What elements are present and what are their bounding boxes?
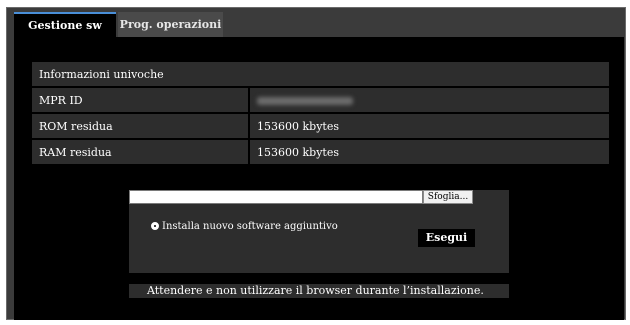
ram-value: 153600 kbytes bbox=[250, 140, 609, 164]
main-panel: Informazioni univoche MPR ID ROM residua… bbox=[14, 37, 624, 320]
upload-box: Sfoglia... Installa nuovo software aggiu… bbox=[129, 190, 509, 273]
tab-prog-operazioni[interactable]: Prog. operazioni bbox=[118, 12, 223, 37]
rom-label: ROM residua bbox=[32, 114, 250, 138]
ram-label: RAM residua bbox=[32, 140, 250, 164]
mpr-id-label: MPR ID bbox=[32, 88, 250, 112]
file-path-input[interactable] bbox=[129, 190, 423, 204]
table-row: ROM residua 153600 kbytes bbox=[32, 114, 609, 138]
rom-value: 153600 kbytes bbox=[250, 114, 609, 138]
install-option[interactable]: Installa nuovo software aggiuntivo bbox=[151, 221, 338, 232]
install-option-label: Installa nuovo software aggiuntivo bbox=[162, 221, 338, 232]
install-warning: Attendere e non utilizzare il browser du… bbox=[129, 284, 509, 298]
redacted-value bbox=[257, 96, 353, 105]
table-row: MPR ID bbox=[32, 88, 609, 112]
info-header-row: Informazioni univoche bbox=[32, 62, 609, 86]
file-row: Sfoglia... bbox=[129, 190, 509, 204]
info-header: Informazioni univoche bbox=[32, 62, 609, 86]
table-row: RAM residua 153600 kbytes bbox=[32, 140, 609, 164]
radio-selected-icon[interactable] bbox=[151, 222, 159, 230]
tab-gestione-sw[interactable]: Gestione sw bbox=[14, 12, 116, 37]
info-table: Informazioni univoche MPR ID ROM residua… bbox=[32, 60, 609, 166]
mpr-id-value bbox=[250, 88, 609, 112]
browse-button[interactable]: Sfoglia... bbox=[423, 190, 473, 204]
execute-button[interactable]: Esegui bbox=[418, 229, 475, 247]
